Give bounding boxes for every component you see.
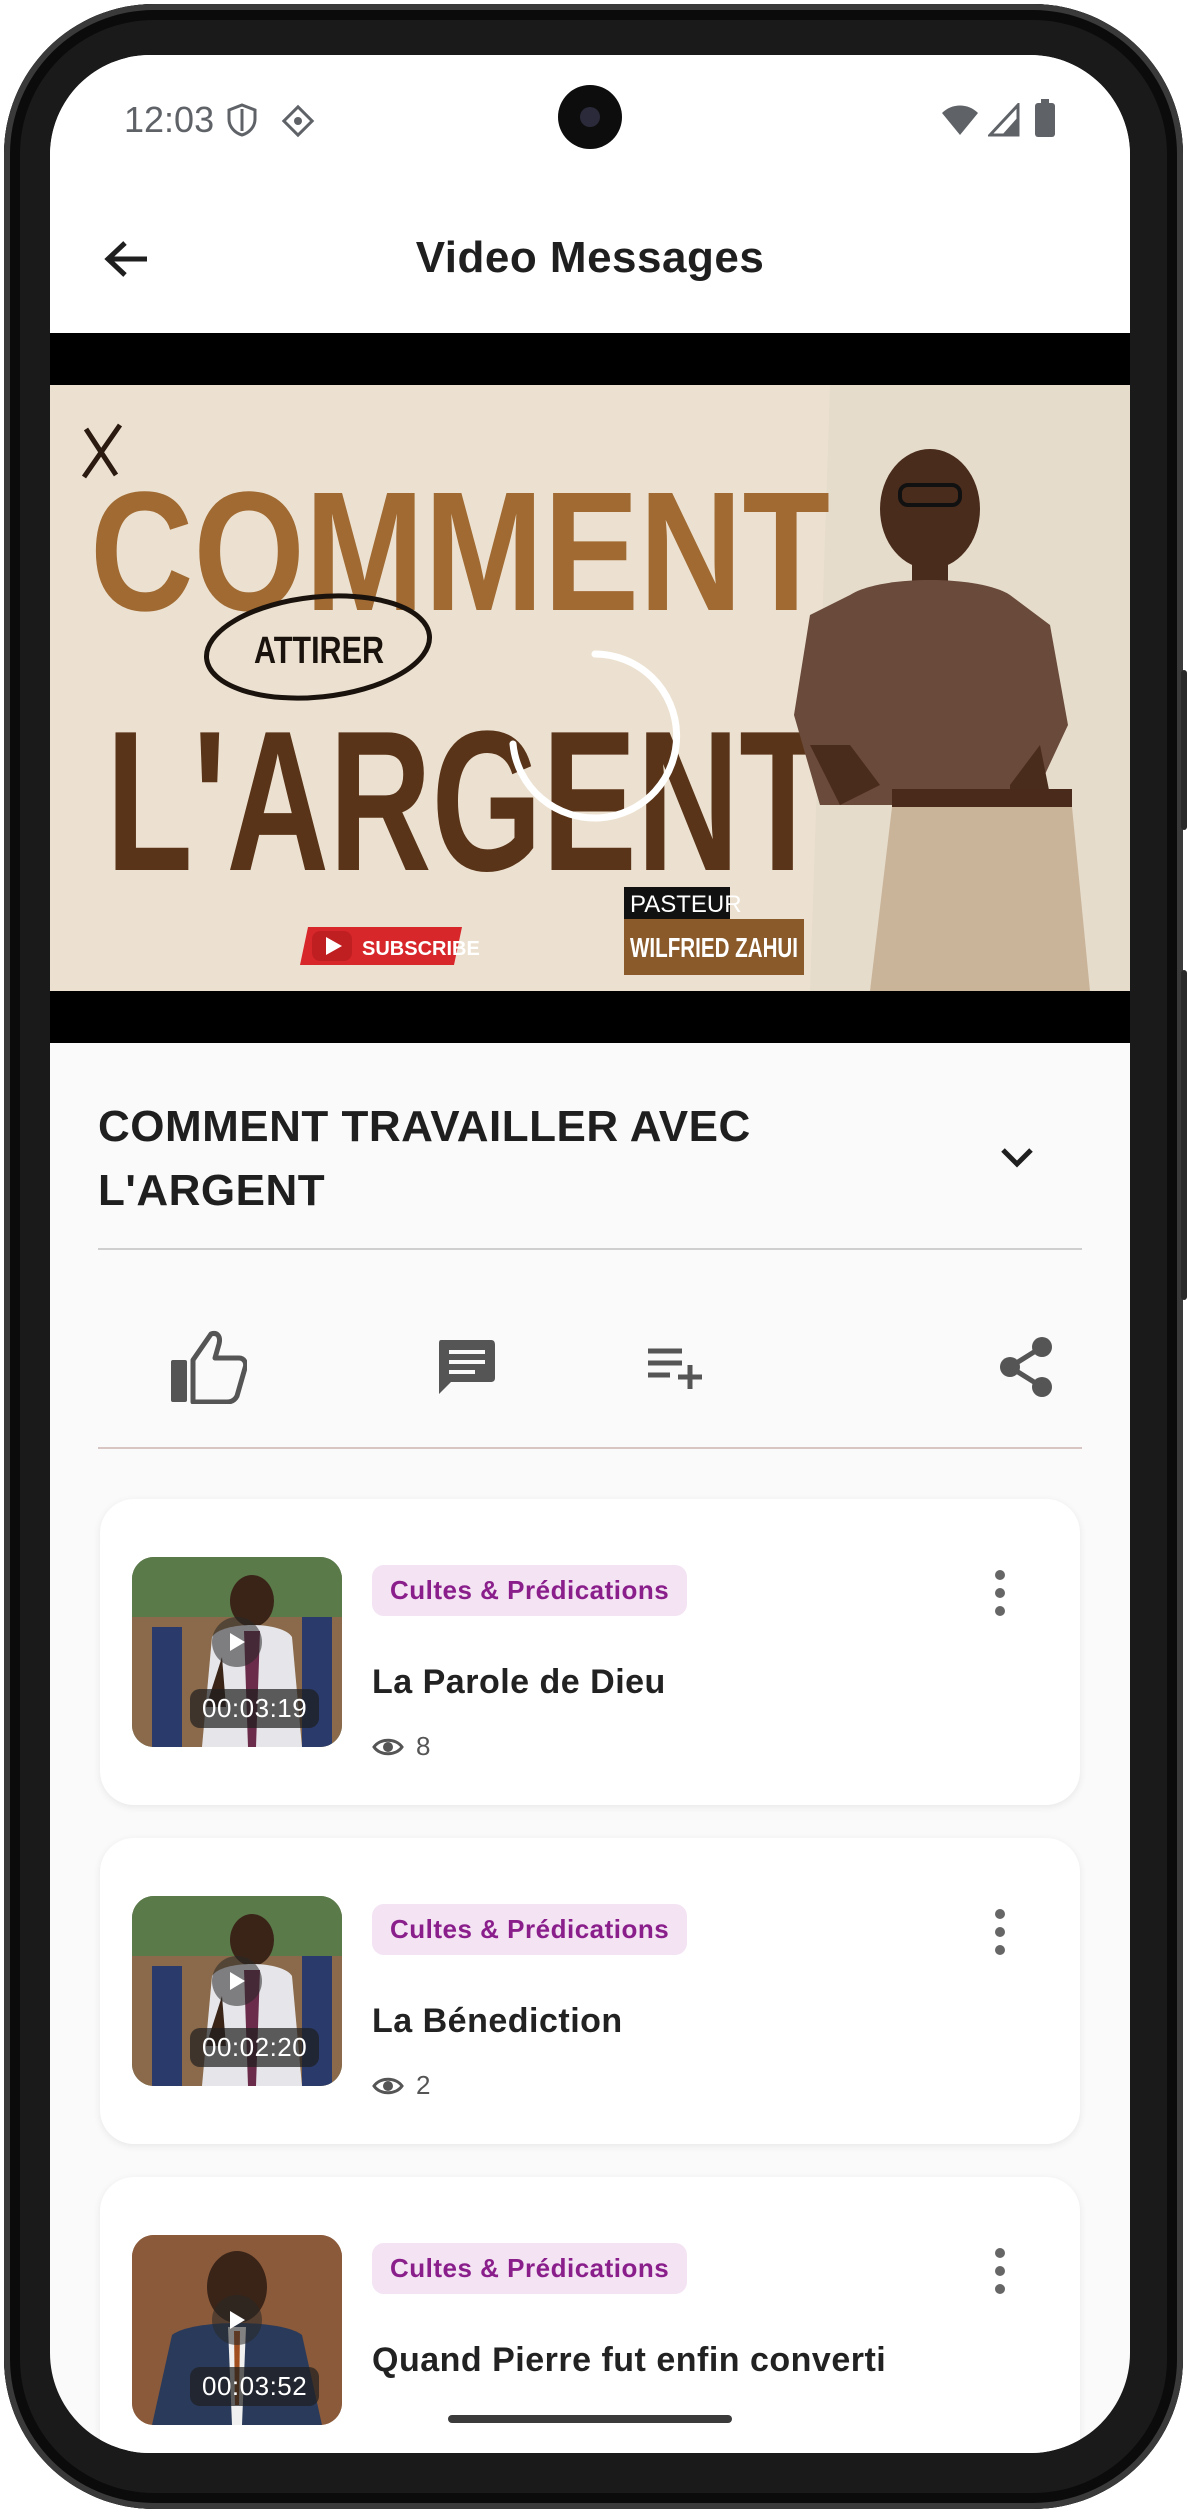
eye-icon [372, 1738, 404, 1755]
more-options-button[interactable] [980, 1904, 1020, 1960]
eye-icon [372, 2077, 404, 2094]
status-time: 12:03 [124, 99, 215, 140]
list-item[interactable]: 00:03:52 Cultes & Prédications Quand Pie… [100, 2177, 1080, 2453]
divider [98, 1248, 1082, 1250]
front-camera [558, 85, 622, 149]
video-thumbnail: COMMENT ATTIRER L'ARGENT SUBSCRIBE PASTE… [50, 385, 1130, 991]
share-icon [1000, 1337, 1052, 1397]
more-vert-icon [995, 1909, 1005, 1955]
chevron-down-icon [1001, 1148, 1033, 1168]
divider [98, 1447, 1082, 1449]
card-thumbnail: 00:03:52 [132, 2235, 342, 2425]
more-options-button[interactable] [980, 1565, 1020, 1621]
category-badge: Cultes & Prédications [372, 2243, 688, 2294]
battery-icon [1034, 99, 1056, 142]
video-duration: 00:03:52 [190, 2367, 320, 2406]
playlist-add-icon [648, 1348, 702, 1389]
thumbnail-word-argent: L'ARGENT [106, 690, 826, 913]
play-icon [212, 1956, 262, 2006]
video-duration: 00:02:20 [190, 2028, 320, 2067]
power-button [1181, 970, 1187, 1300]
thumbnail-name: WILFRIED ZAHUI [630, 932, 798, 963]
card-thumbnail: 00:03:19 [132, 1557, 342, 1747]
comment-button[interactable] [426, 1327, 506, 1407]
share-button[interactable] [986, 1327, 1066, 1407]
screen: 12:03 Video Messages COMMENT ATTIRER L'A… [50, 55, 1130, 2453]
thumbnail-subscribe: SUBSCRIBE [362, 938, 480, 960]
app-bar: Video Messages [50, 185, 1130, 333]
comment-icon [439, 1340, 495, 1394]
play-icon [212, 2295, 262, 2345]
view-count-value: 2 [416, 2070, 431, 2100]
page-title: Video Messages [415, 233, 765, 282]
thumbnail-pasteur: PASTEUR [630, 891, 742, 918]
video-title: COMMENT TRAVAILLER AVEC L'ARGENT [98, 1102, 751, 1215]
card-title: La Bénediction [372, 2002, 623, 2040]
card-title: La Parole de Dieu [372, 1663, 666, 1701]
thumbnail-word-comment: COMMENT [90, 457, 830, 647]
status-bar: 12:03 [50, 55, 1130, 185]
view-count: 2 [372, 2070, 430, 2101]
wifi-icon [940, 103, 980, 142]
phone-frame: 12:03 Video Messages COMMENT ATTIRER L'A… [0, 0, 1187, 2513]
signal-icon [986, 101, 1020, 142]
view-count: 8 [372, 1731, 430, 1762]
loading-spinner [509, 650, 681, 822]
expand-button[interactable] [992, 1133, 1042, 1183]
video-player[interactable]: COMMENT ATTIRER L'ARGENT SUBSCRIBE PASTE… [50, 333, 1130, 1043]
more-vert-icon [995, 2248, 1005, 2294]
card-title: Quand Pierre fut enfin converti [372, 2341, 887, 2379]
category-badge: Cultes & Prédications [372, 1565, 688, 1616]
category-badge: Cultes & Prédications [372, 1904, 688, 1955]
list-item[interactable]: 00:02:20 Cultes & Prédications La Bénedi… [100, 1838, 1080, 2144]
thumb-up-icon [171, 1331, 247, 1404]
like-button[interactable] [168, 1327, 248, 1407]
add-to-playlist-button[interactable] [636, 1327, 716, 1407]
diamond-icon [280, 103, 316, 144]
video-title-row[interactable]: COMMENT TRAVAILLER AVEC L'ARGENT [98, 1095, 1082, 1255]
video-duration: 00:03:19 [190, 1689, 320, 1728]
play-icon [212, 1617, 262, 1667]
thumbnail-word-attirer: ATTIRER [254, 630, 384, 672]
action-bar [98, 1277, 1082, 1445]
shield-icon [226, 103, 258, 142]
view-count-value: 8 [416, 1731, 431, 1761]
list-item[interactable]: 00:03:19 Cultes & Prédications La Parole… [100, 1499, 1080, 1805]
card-thumbnail: 00:02:20 [132, 1896, 342, 2086]
more-options-button[interactable] [980, 2243, 1020, 2299]
gesture-nav-handle[interactable] [448, 2415, 732, 2423]
volume-button [1181, 670, 1187, 830]
more-vert-icon [995, 1570, 1005, 1616]
